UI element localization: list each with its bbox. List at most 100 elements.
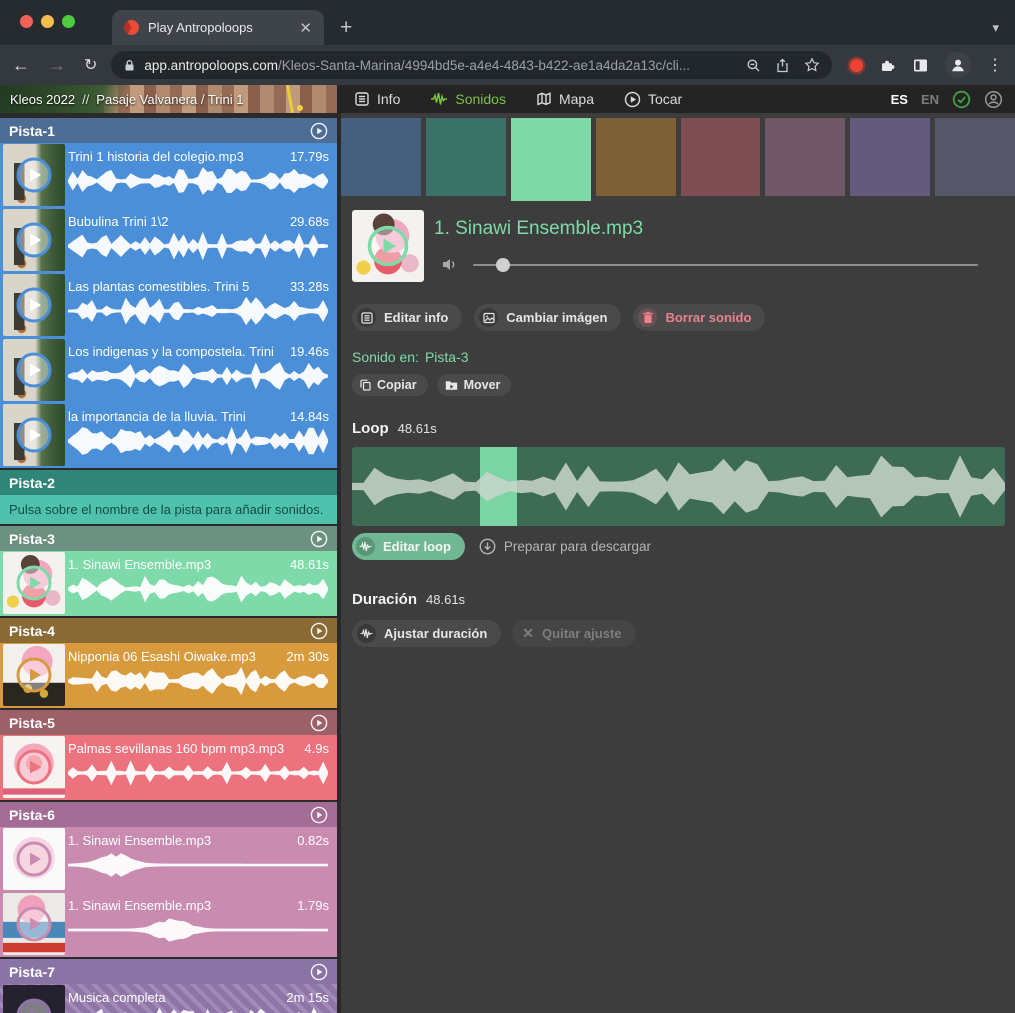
sound-clip[interactable]: la importancia de la lluvia. Trini14.84s: [0, 403, 337, 468]
tab-close-icon[interactable]: ✕: [299, 19, 312, 37]
track-color-tab-7[interactable]: [850, 118, 930, 196]
recording-extension-icon[interactable]: [850, 59, 863, 72]
track-header-pista-4[interactable]: Pista-4: [0, 618, 337, 643]
copy-button[interactable]: Copiar: [352, 374, 428, 396]
minimize-window-button[interactable]: [41, 15, 54, 28]
track-color-tab-4[interactable]: [596, 118, 676, 196]
clip-waveform: [68, 850, 329, 882]
track-play-button[interactable]: [310, 963, 328, 981]
browser-menu-icon[interactable]: ⋮: [987, 55, 1003, 75]
sound-clip[interactable]: 1. Sinawi Ensemble.mp30.82s: [0, 827, 337, 892]
side-panel-icon[interactable]: [912, 57, 929, 74]
prepare-download-button[interactable]: Preparar para descargar: [479, 538, 651, 555]
track-header-pista-6[interactable]: Pista-6: [0, 802, 337, 827]
clip-play-icon[interactable]: [15, 656, 53, 694]
sound-clip[interactable]: 1. Sinawi Ensemble.mp348.61s: [0, 551, 337, 616]
sound-clip[interactable]: Nipponia 06 Esashi Oiwake.mp32m 30s: [0, 643, 337, 708]
sound-clip[interactable]: 1. Sinawi Ensemble.mp31.79s: [0, 892, 337, 957]
adjust-duration-button[interactable]: Ajustar duración: [352, 620, 501, 647]
bookmark-star-icon[interactable]: [804, 57, 820, 73]
clip-play-icon[interactable]: [15, 905, 53, 943]
delete-sound-button[interactable]: Borrar sonido: [633, 304, 765, 331]
clip-play-icon[interactable]: [15, 286, 53, 324]
loop-waveform-panel[interactable]: [352, 447, 1005, 526]
sound-thumbnail[interactable]: [352, 210, 424, 282]
clip-thumbnail[interactable]: [3, 144, 65, 206]
lock-icon: [123, 59, 136, 72]
clip-play-icon[interactable]: [15, 840, 53, 878]
share-icon[interactable]: [775, 58, 790, 73]
clip-thumbnail[interactable]: [3, 209, 65, 271]
edit-info-button[interactable]: Editar info: [352, 304, 462, 331]
track-color-tab-8[interactable]: [935, 118, 1015, 196]
track-color-tab-5[interactable]: [681, 118, 761, 196]
track-header-pista-5[interactable]: Pista-5: [0, 710, 337, 735]
volume-slider-knob[interactable]: [496, 258, 510, 272]
breadcrumb[interactable]: Kleos 2022 // Pasaje Valvanera / Trini 1: [0, 85, 337, 113]
clip-thumbnail[interactable]: [3, 404, 65, 466]
change-image-button[interactable]: Cambiar imágen: [474, 304, 621, 331]
clip-play-icon[interactable]: [15, 351, 53, 389]
track-header-pista-7[interactable]: Pista-7: [0, 959, 337, 984]
breadcrumb-path[interactable]: Pasaje Valvanera / Trini 1: [96, 92, 243, 107]
track-play-button[interactable]: [310, 622, 328, 640]
sound-clip[interactable]: Las plantas comestibles. Trini 533.28s: [0, 273, 337, 338]
reload-button[interactable]: ↻: [84, 55, 97, 75]
clip-play-icon[interactable]: [15, 416, 53, 454]
sound-clip[interactable]: Los indigenas y la compostela. Trini19.4…: [0, 338, 337, 403]
play-overlay-icon[interactable]: [366, 224, 410, 268]
close-window-button[interactable]: [20, 15, 33, 28]
track-color-tab-2[interactable]: [426, 118, 506, 196]
track-color-tab-3[interactable]: [511, 118, 591, 201]
sound-clip[interactable]: Bubulina Trini 1\229.68s: [0, 208, 337, 273]
clip-thumbnail[interactable]: [3, 828, 65, 890]
sound-clip[interactable]: Trini 1 historia del colegio.mp317.79s: [0, 143, 337, 208]
volume-slider[interactable]: [473, 258, 978, 272]
clip-thumbnail[interactable]: [3, 985, 65, 1013]
clip-play-icon[interactable]: [15, 564, 53, 602]
lang-en[interactable]: EN: [921, 92, 939, 107]
breadcrumb-project[interactable]: Kleos 2022: [10, 92, 75, 107]
clip-play-icon[interactable]: [15, 997, 53, 1013]
track-header-pista-3[interactable]: Pista-3: [0, 526, 337, 551]
profile-avatar[interactable]: [945, 52, 971, 78]
sound-clip[interactable]: Palmas sevillanas 160 bpm mp3.mp34.9s: [0, 735, 337, 800]
edit-loop-button[interactable]: Editar loop: [352, 533, 465, 560]
track-header-pista-1[interactable]: Pista-1: [0, 118, 337, 143]
lang-es[interactable]: ES: [891, 92, 908, 107]
track-play-button[interactable]: [310, 530, 328, 548]
clip-thumbnail[interactable]: [3, 893, 65, 955]
remove-adjust-button[interactable]: ✕ Quitar ajuste: [512, 620, 635, 647]
url-bar[interactable]: app.antropoloops.com/Kleos-Santa-Marina/…: [111, 51, 832, 79]
clip-thumbnail[interactable]: [3, 552, 65, 614]
track-play-button[interactable]: [310, 806, 328, 824]
tab-mapa[interactable]: Mapa: [536, 91, 594, 107]
track-color-tab-1[interactable]: [341, 118, 421, 196]
move-button[interactable]: Mover: [437, 374, 512, 396]
sound-location-track-link[interactable]: Pista-3: [425, 349, 469, 365]
clip-thumbnail[interactable]: [3, 736, 65, 798]
back-button[interactable]: ←: [12, 55, 30, 76]
clip-play-icon[interactable]: [15, 748, 53, 786]
browser-tab[interactable]: Play Antropoloops ✕: [112, 10, 324, 45]
tab-search-chevron-icon[interactable]: ▾: [992, 20, 999, 36]
zoom-out-icon[interactable]: [746, 58, 761, 73]
track-header-pista-2[interactable]: Pista-2: [0, 470, 337, 495]
clip-thumbnail[interactable]: [3, 644, 65, 706]
fullscreen-window-button[interactable]: [62, 15, 75, 28]
clip-thumbnail[interactable]: [3, 339, 65, 401]
account-icon[interactable]: [984, 90, 1003, 109]
track-play-button[interactable]: [310, 122, 328, 140]
clip-thumbnail[interactable]: [3, 274, 65, 336]
clip-play-icon[interactable]: [15, 221, 53, 259]
tab-info[interactable]: Info: [354, 91, 400, 107]
clip-play-icon[interactable]: [15, 156, 53, 194]
new-tab-button[interactable]: +: [340, 16, 352, 40]
tab-sonidos[interactable]: Sonidos: [430, 91, 506, 107]
track-play-button[interactable]: [310, 714, 328, 732]
tab-tocar[interactable]: Tocar: [624, 91, 682, 108]
extensions-puzzle-icon[interactable]: [879, 57, 896, 74]
sound-clip[interactable]: Musica completa2m 15s: [0, 984, 337, 1013]
forward-button[interactable]: →: [48, 55, 66, 76]
track-color-tab-6[interactable]: [765, 118, 845, 196]
